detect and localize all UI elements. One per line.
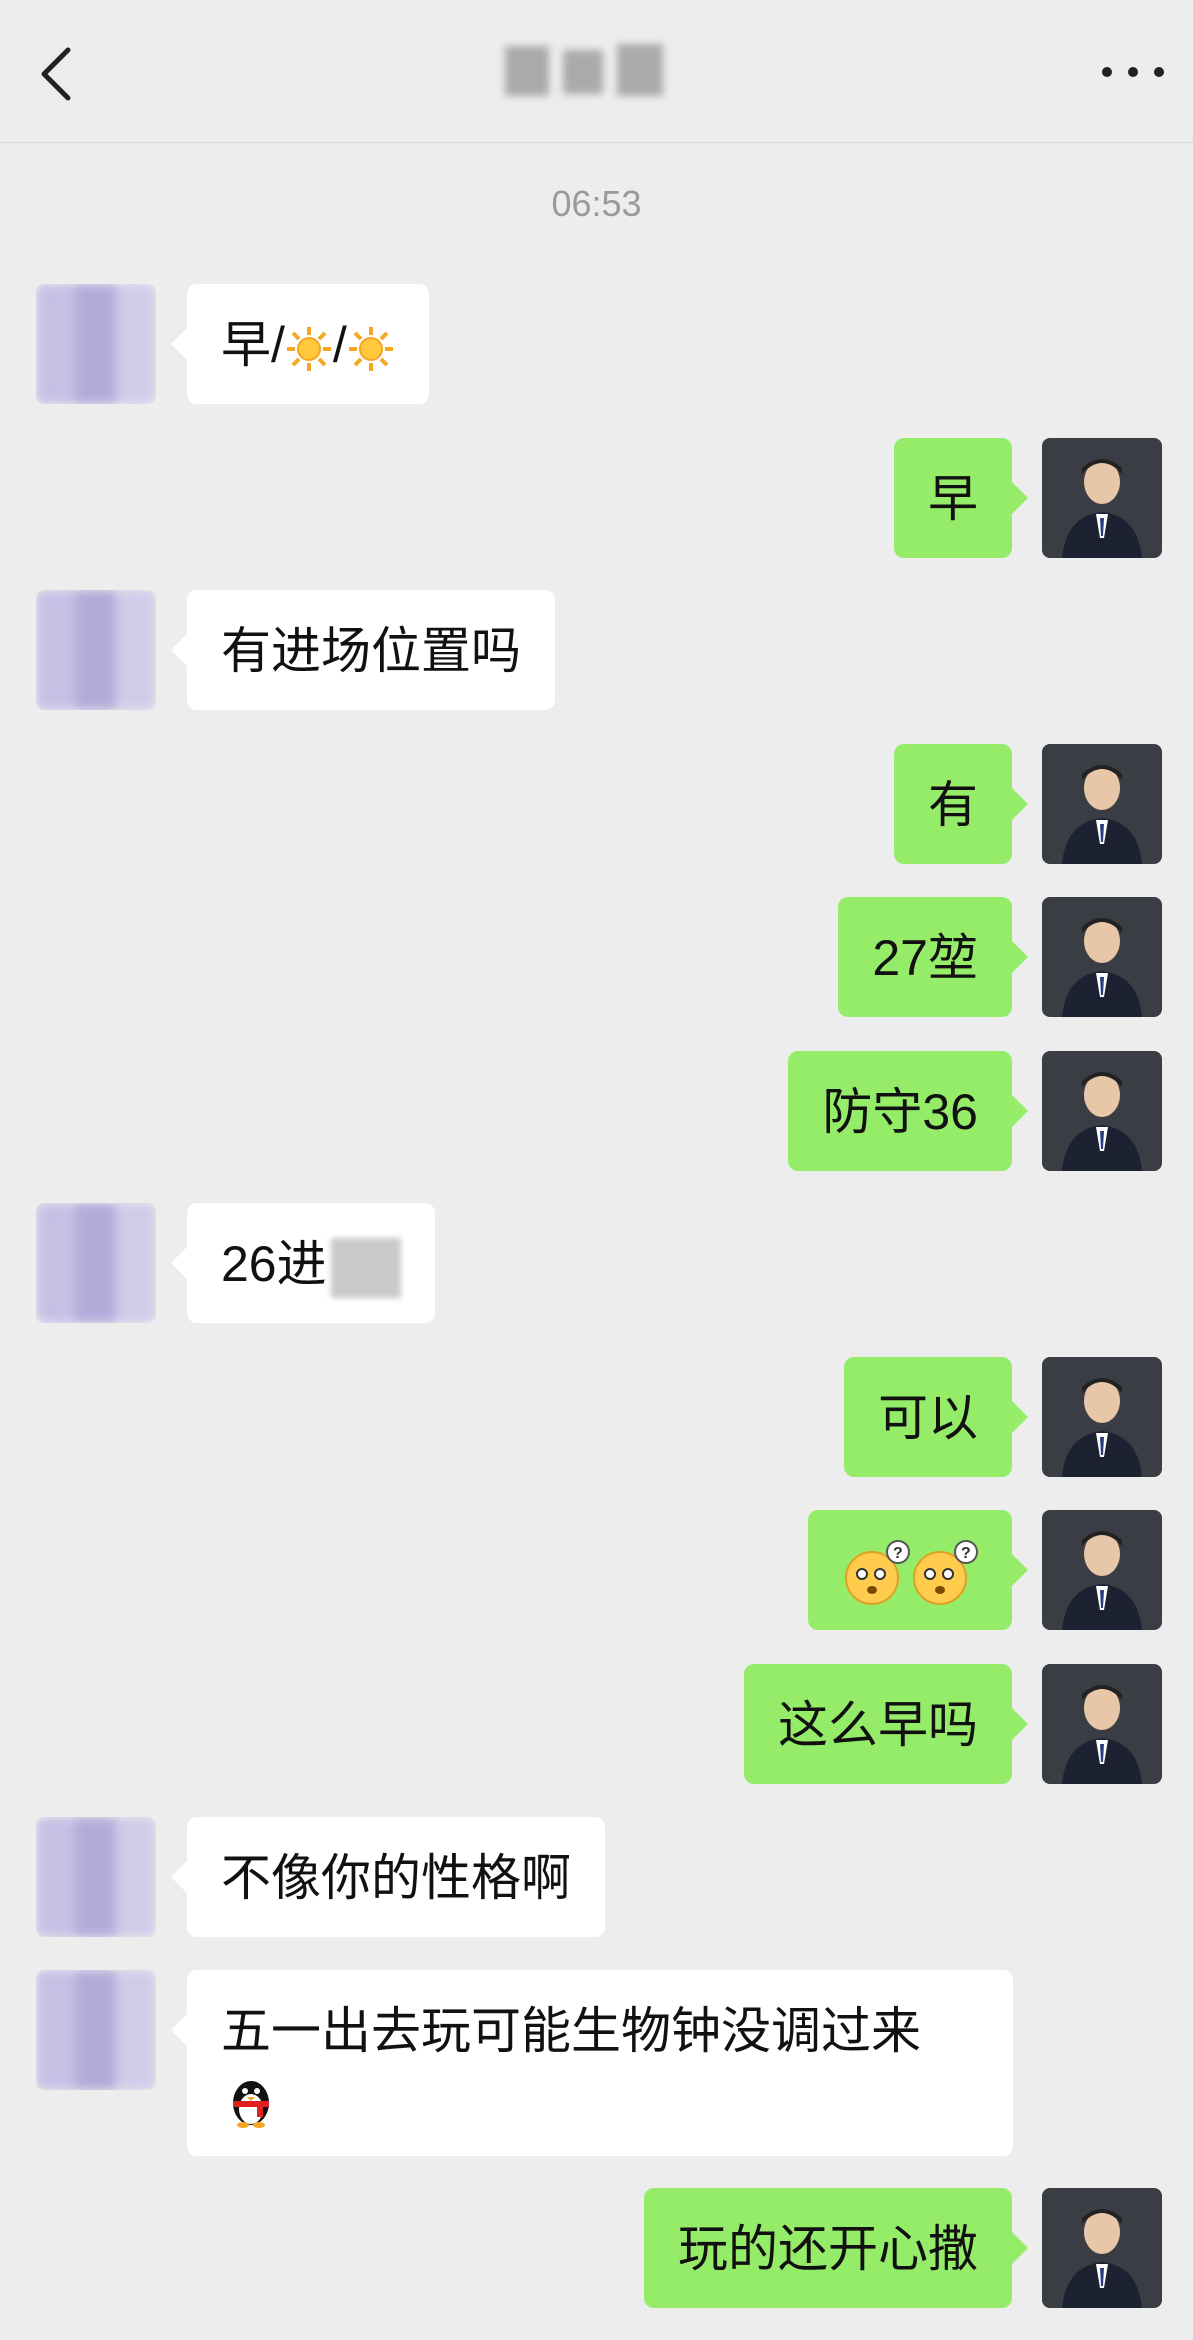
message-text: 早 [928,471,978,527]
message-text: 这么早吗 [778,1697,978,1753]
masked-text [330,1237,401,1298]
user-avatar[interactable] [1042,744,1162,864]
incoming-message[interactable]: 有进场位置吗 [171,590,555,710]
message-text: 可以 [878,1390,978,1446]
svg-text:?: ? [893,1545,903,1562]
penguin-emoji-icon [233,2080,269,2128]
user-avatar[interactable] [1042,1664,1162,1784]
chat-title-blurred [505,38,665,104]
outgoing-message[interactable]: ?? [808,1510,1028,1630]
incoming-message[interactable]: 不像你的性格啊 [171,1817,605,1937]
message-text: 五一出去玩可能生物钟没调过来 [221,2003,921,2059]
message-text: 玩的还开心撒 [678,2221,978,2277]
incoming-message[interactable]: 26进 [171,1203,435,1323]
thinking-emoji-icon: ? [913,1539,978,1605]
more-options-button[interactable] [1093,42,1173,102]
thinking-emoji-icon: ? [845,1539,910,1605]
top-bar [0,0,1193,143]
user-avatar[interactable] [1042,1357,1162,1477]
message-text: 防守36 [822,1084,978,1140]
message-text: 早/ [221,317,285,373]
sun-emoji-icon [348,326,393,371]
message-text: 有 [928,777,978,833]
user-avatar[interactable] [1042,1510,1162,1630]
contact-avatar[interactable] [36,1203,156,1323]
message-text: 26进 [221,1236,327,1292]
message-text: 27堃 [872,930,978,986]
user-avatar[interactable] [1042,2188,1162,2308]
outgoing-message[interactable]: 可以 [844,1357,1028,1477]
message-timestamp: 06:53 [551,183,642,224]
outgoing-message[interactable]: 防守36 [788,1051,1028,1171]
sun-emoji-icon [286,326,331,371]
outgoing-message[interactable]: 有 [894,744,1028,864]
outgoing-message[interactable]: 玩的还开心撒 [644,2188,1028,2308]
user-avatar[interactable] [1042,438,1162,558]
chevron-left-icon [41,47,71,101]
outgoing-message[interactable]: 27堃 [838,897,1028,1017]
svg-text:?: ? [961,1545,971,1562]
outgoing-message[interactable]: 这么早吗 [744,1664,1028,1784]
contact-avatar[interactable] [36,284,156,404]
contact-avatar[interactable] [36,1817,156,1937]
message-text: 有进场位置吗 [221,623,521,679]
more-icon [1102,67,1164,77]
outgoing-message[interactable]: 早 [894,438,1028,558]
incoming-message[interactable]: 早// [171,284,429,404]
contact-avatar[interactable] [36,590,156,710]
back-button[interactable] [28,30,88,110]
incoming-message[interactable]: 五一出去玩可能生物钟没调过来 [171,1970,1013,2156]
user-avatar[interactable] [1042,1051,1162,1171]
message-text: 不像你的性格啊 [221,1850,571,1906]
user-avatar[interactable] [1042,897,1162,1017]
contact-avatar[interactable] [36,1970,156,2090]
